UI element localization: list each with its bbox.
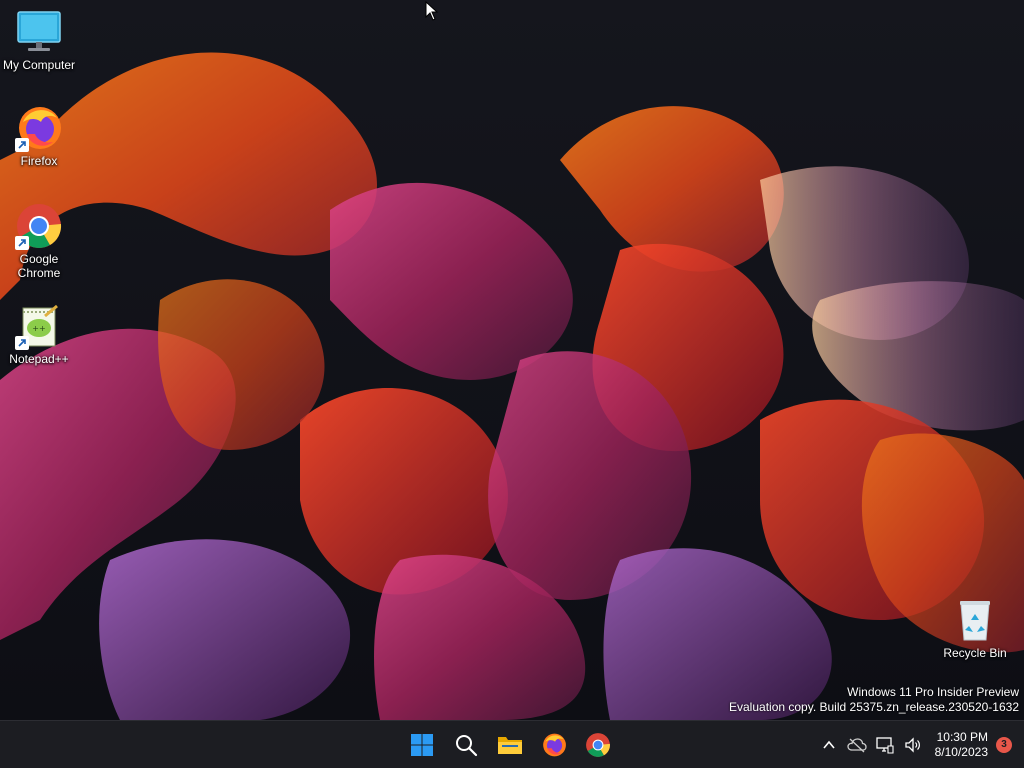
volume-icon: [904, 736, 920, 753]
show-hidden-icons-button[interactable]: [817, 733, 841, 757]
firefox-icon: [543, 733, 566, 756]
desktop-icon-notepad-plus-plus[interactable]: ++ Notepad++: [0, 302, 78, 366]
start-button[interactable]: [402, 725, 442, 765]
desktop-icon-my-computer[interactable]: My Computer: [0, 8, 78, 72]
network-button[interactable]: [873, 733, 897, 757]
shortcut-arrow-icon: [15, 336, 29, 350]
cloud-offline-icon: [846, 737, 867, 752]
windows-start-icon: [411, 733, 433, 756]
notepad-plus-plus-icon: ++: [15, 302, 63, 350]
desktop-icon-firefox[interactable]: Firefox: [0, 104, 78, 168]
desktop-icon-label: My Computer: [2, 58, 76, 72]
network-icon: [875, 736, 894, 754]
monitor-icon: [15, 8, 63, 56]
watermark-line-1: Windows 11 Pro Insider Preview: [847, 685, 1019, 699]
chrome-icon: [15, 202, 63, 250]
desktop[interactable]: My Computer Firefox Google Chrome ++ Not…: [0, 0, 1024, 768]
file-explorer-button[interactable]: [490, 725, 530, 765]
shortcut-arrow-icon: [15, 236, 29, 250]
volume-button[interactable]: [901, 733, 925, 757]
watermark-line-2: Evaluation copy. Build 25375.zn_release.…: [729, 700, 1019, 714]
taskbar: 10:30 PM 8/10/2023 3: [0, 720, 1024, 768]
desktop-icon-label: Recycle Bin: [943, 646, 1007, 660]
search-button[interactable]: [446, 725, 486, 765]
recycle-bin-icon: [951, 596, 999, 644]
notification-badge[interactable]: 3: [996, 736, 1012, 753]
taskbar-firefox-button[interactable]: [534, 725, 574, 765]
taskbar-chrome-button[interactable]: [578, 725, 618, 765]
evaluation-watermark: Windows 11 Pro Insider Preview Evaluatio…: [729, 685, 1019, 715]
desktop-icon-label: Notepad++: [9, 352, 69, 366]
wallpaper: [0, 0, 1024, 720]
clock-date: 8/10/2023: [934, 744, 988, 759]
taskbar-apps: [402, 721, 618, 768]
desktop-icon-label: Google Chrome: [17, 252, 61, 280]
onedrive-status-button[interactable]: [845, 733, 869, 757]
mouse-cursor-icon: [425, 1, 439, 21]
clock-button[interactable]: 10:30 PM 8/10/2023: [935, 730, 988, 760]
svg-text:++: ++: [32, 324, 45, 333]
desktop-icon-recycle-bin[interactable]: Recycle Bin: [936, 596, 1014, 660]
desktop-icon-label: Firefox: [20, 154, 58, 168]
system-tray: 10:30 PM 8/10/2023 3: [817, 721, 1024, 768]
search-icon: [456, 734, 478, 756]
firefox-icon: [15, 104, 63, 152]
chevron-up-icon: [822, 740, 835, 749]
chrome-icon: [586, 732, 610, 757]
desktop-icon-google-chrome[interactable]: Google Chrome: [0, 202, 78, 280]
folder-icon: [498, 736, 522, 754]
clock-time: 10:30 PM: [936, 729, 988, 744]
shortcut-arrow-icon: [15, 138, 29, 152]
